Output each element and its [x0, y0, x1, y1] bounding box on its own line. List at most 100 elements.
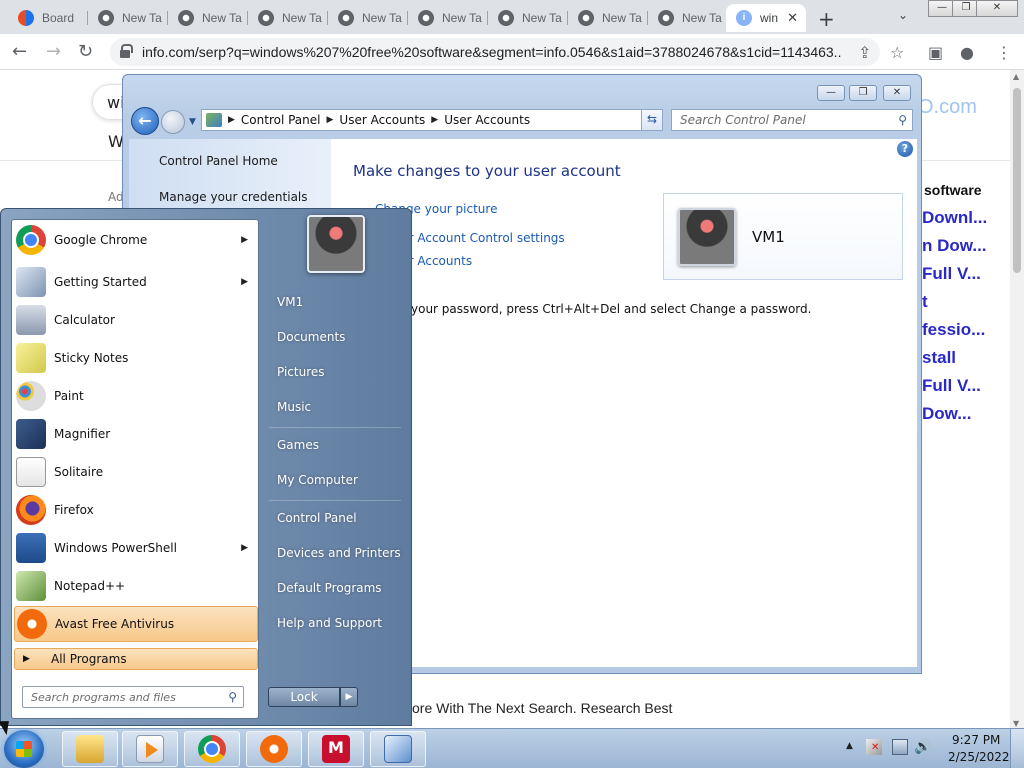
cp-search-input[interactable]: Search Control Panel ⚲ [671, 109, 913, 131]
breadcrumb-chevron-icon[interactable]: ▶ [228, 115, 235, 125]
tab-new-tab[interactable]: New Ta [328, 4, 408, 32]
tab-new-tab[interactable]: New Ta [248, 4, 328, 32]
start-item-pictures[interactable]: Pictures [277, 365, 325, 379]
help-icon[interactable]: ? [897, 141, 913, 157]
start-item-control-panel[interactable]: Control Panel [277, 511, 357, 525]
tab-new-tab[interactable]: New Ta [568, 4, 648, 32]
program-solitaire[interactable]: Solitaire [14, 454, 258, 490]
related-link[interactable]: Full V... [922, 264, 981, 284]
cp-home-link[interactable]: Control Panel Home [159, 154, 278, 168]
breadcrumb-control-panel[interactable]: Control Panel [235, 113, 327, 127]
start-item-music[interactable]: Music [277, 400, 311, 414]
search-icon[interactable]: ⚲ [228, 690, 237, 704]
show-hidden-icons-icon[interactable]: ▲ [846, 741, 853, 751]
share-icon[interactable]: ⇪ [858, 43, 871, 62]
related-link[interactable]: t [922, 292, 928, 312]
all-programs-button[interactable]: ▶ All Programs [14, 648, 258, 670]
scroll-up-icon[interactable]: ▲ [1013, 72, 1019, 81]
related-link[interactable]: Dow... [922, 404, 971, 424]
related-link[interactable]: fessio... [922, 320, 985, 340]
user-picture-icon[interactable] [678, 208, 736, 266]
browser-close-button[interactable]: ✕ [976, 0, 1018, 17]
recent-pages-dropdown-icon[interactable]: ▼ [189, 117, 196, 127]
scrollbar-thumb[interactable] [1013, 88, 1021, 273]
taskbar-control-panel-button[interactable] [370, 731, 426, 767]
start-item-my-computer[interactable]: My Computer [277, 473, 358, 487]
start-search-input[interactable]: Search programs and files ⚲ [22, 686, 244, 708]
submenu-arrow-icon[interactable]: ▶ [241, 277, 248, 287]
volume-icon[interactable]: 🔊 [914, 739, 931, 755]
related-link[interactable]: Full V... [922, 376, 981, 396]
browser-menu-icon[interactable]: ⋮ [996, 43, 1012, 62]
start-item-default-programs[interactable]: Default Programs [277, 581, 382, 595]
cp-maximize-button[interactable]: ❐ [849, 85, 877, 101]
tab-active-search[interactable]: i win ✕ [726, 4, 806, 32]
start-item-documents[interactable]: Documents [277, 330, 345, 344]
related-link[interactable]: Downl... [922, 208, 987, 228]
taskbar-media-player-button[interactable] [122, 731, 178, 767]
cp-back-button[interactable]: ← [131, 107, 159, 135]
related-link[interactable]: n Dow... [922, 236, 987, 256]
address-bar[interactable]: info.com/serp?q=windows%207%20free%20sof… [110, 38, 880, 66]
program-magnifier[interactable]: Magnifier [14, 416, 258, 452]
breadcrumb-chevron-icon[interactable]: ▶ [327, 115, 334, 125]
back-arrow-icon[interactable]: ← [12, 41, 27, 62]
taskbar-mcafee-button[interactable] [308, 731, 364, 767]
cp-minimize-button[interactable]: — [817, 85, 845, 101]
url-text[interactable]: info.com/serp?q=windows%207%20free%20sof… [142, 44, 842, 60]
cp-forward-button[interactable] [161, 110, 185, 134]
program-google-chrome[interactable]: Google Chrome ▶ [14, 222, 258, 258]
manage-credentials-link[interactable]: Manage your credentials [159, 190, 308, 204]
cp-close-button[interactable]: ✕ [883, 85, 911, 101]
breadcrumb-chevron-icon[interactable]: ▶ [431, 115, 438, 125]
tab-new-tab[interactable]: New Ta [408, 4, 488, 32]
start-button-icon[interactable] [4, 730, 44, 768]
cp-address-bar[interactable]: ▶ Control Panel ▶ User Accounts ▶ User A… [201, 109, 663, 131]
taskbar-avast-button[interactable] [246, 731, 302, 767]
submenu-arrow-icon[interactable]: ▶ [241, 543, 248, 553]
scroll-down-icon[interactable]: ▼ [1013, 719, 1019, 728]
network-icon[interactable] [892, 739, 908, 755]
shutdown-options-arrow-icon[interactable]: ▶ [340, 687, 358, 707]
lock-button[interactable]: Lock [268, 687, 340, 707]
program-firefox[interactable]: Firefox [14, 492, 258, 528]
show-desktop-button[interactable] [1010, 729, 1024, 768]
program-notepad-plus-plus[interactable]: Notepad++ [14, 568, 258, 604]
start-item-devices-printers[interactable]: Devices and Printers [277, 546, 401, 560]
related-link[interactable]: stall [922, 348, 956, 368]
taskbar-explorer-button[interactable] [62, 731, 118, 767]
tab-new-tab[interactable]: New Ta [168, 4, 248, 32]
program-sticky-notes[interactable]: Sticky Notes [14, 340, 258, 376]
site-logo[interactable]: O.com [918, 96, 977, 119]
taskbar-chrome-button[interactable] [184, 731, 240, 767]
page-scrollbar[interactable]: ▲ ▼ [1010, 70, 1024, 730]
profile-avatar-icon[interactable]: ● [960, 43, 974, 62]
reload-icon[interactable]: ↻ [78, 41, 93, 62]
close-tab-icon[interactable]: ✕ [787, 10, 798, 26]
submenu-arrow-icon[interactable]: ▶ [241, 235, 248, 245]
start-item-user[interactable]: VM1 [277, 295, 303, 309]
side-panel-icon[interactable]: ▣ [928, 43, 943, 62]
tab-new-tab[interactable]: New Ta [88, 4, 168, 32]
breadcrumb-user-accounts[interactable]: User Accounts [333, 113, 431, 127]
lock-icon[interactable] [120, 44, 133, 58]
program-getting-started[interactable]: Getting Started ▶ [14, 264, 258, 300]
clock-date[interactable]: 2/25/2022 [948, 750, 1010, 764]
tab-board[interactable]: Board [8, 4, 88, 32]
tab-new-tab[interactable]: New Ta [488, 4, 568, 32]
program-paint[interactable]: Paint [14, 378, 258, 414]
action-center-flag-icon[interactable] [866, 739, 882, 755]
forward-arrow-icon[interactable]: → [46, 41, 61, 62]
cp-refresh-button[interactable]: ⇆ [641, 109, 663, 131]
start-item-help-support[interactable]: Help and Support [277, 616, 382, 630]
breadcrumb-user-accounts-current[interactable]: User Accounts [438, 113, 536, 127]
tab-search-icon[interactable]: ⌄ [898, 8, 908, 22]
tab-new-tab[interactable]: New Ta [648, 4, 728, 32]
program-calculator[interactable]: Calculator [14, 302, 258, 338]
user-picture-icon[interactable] [307, 215, 365, 273]
new-tab-button[interactable]: + [818, 7, 835, 31]
search-icon[interactable]: ⚲ [898, 113, 907, 127]
bookmark-star-icon[interactable]: ☆ [890, 43, 904, 62]
program-avast-free-antivirus[interactable]: Avast Free Antivirus [14, 606, 258, 642]
start-item-games[interactable]: Games [277, 438, 319, 452]
